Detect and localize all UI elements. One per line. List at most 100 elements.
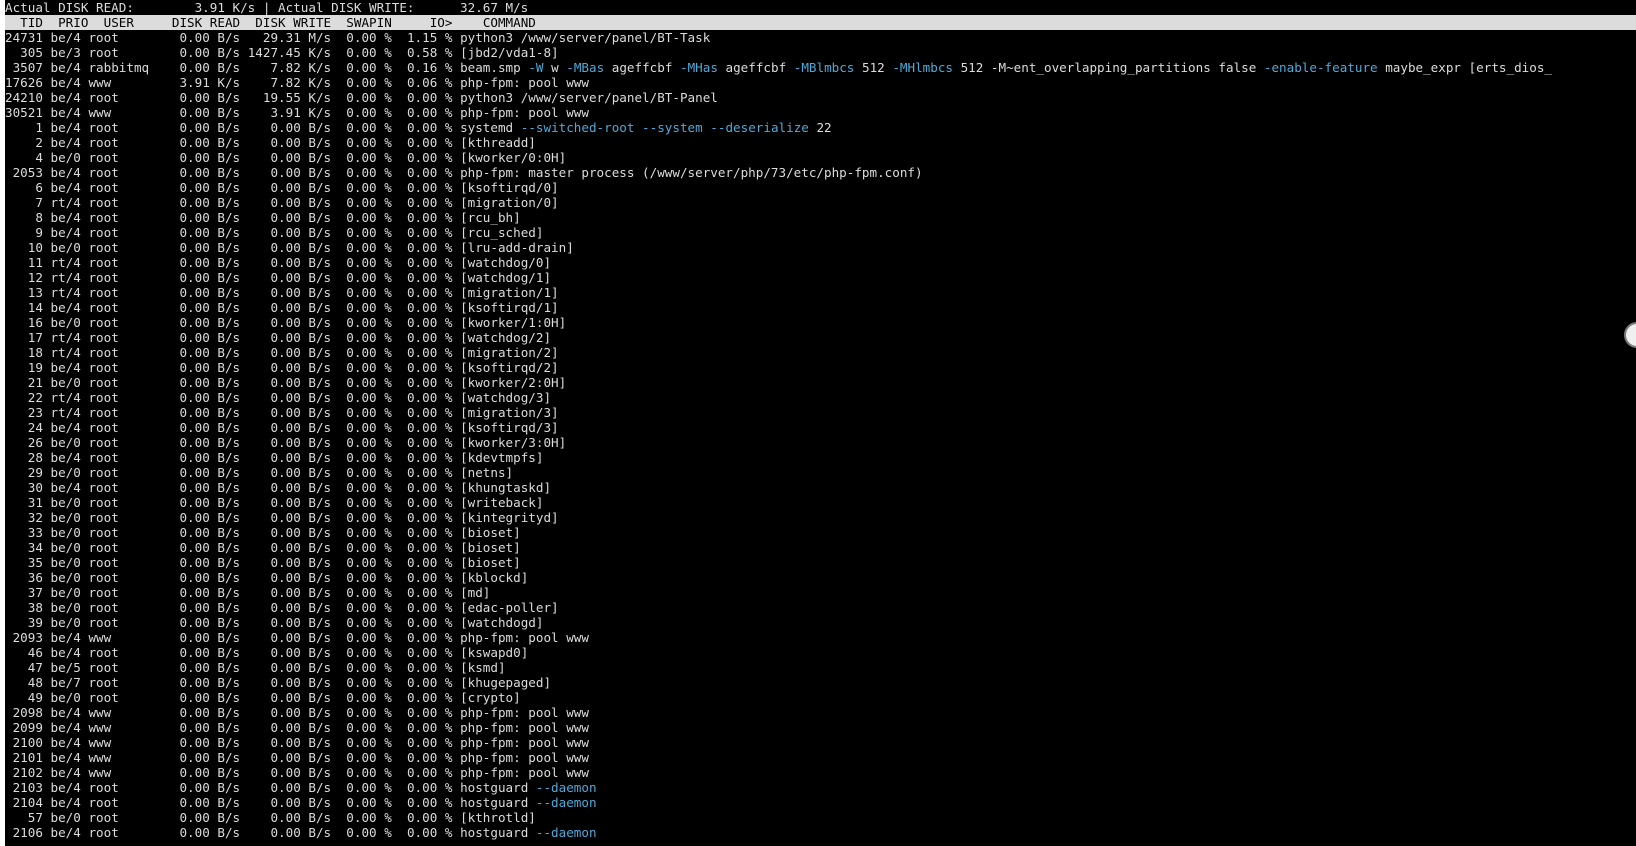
table-row[interactable]: 26 be/0 root 0.00 B/s 0.00 B/s 0.00 % 0.… <box>5 435 1636 450</box>
table-row[interactable]: 13 rt/4 root 0.00 B/s 0.00 B/s 0.00 % 0.… <box>5 285 1636 300</box>
table-row[interactable]: 46 be/4 root 0.00 B/s 0.00 B/s 0.00 % 0.… <box>5 645 1636 660</box>
table-row[interactable]: 19 be/4 root 0.00 B/s 0.00 B/s 0.00 % 0.… <box>5 360 1636 375</box>
table-row[interactable]: 22 rt/4 root 0.00 B/s 0.00 B/s 0.00 % 0.… <box>5 390 1636 405</box>
row-io: 0.00 % <box>399 480 453 495</box>
table-row[interactable]: 2103 be/4 root 0.00 B/s 0.00 B/s 0.00 % … <box>5 780 1636 795</box>
table-row[interactable]: 23 rt/4 root 0.00 B/s 0.00 B/s 0.00 % 0.… <box>5 405 1636 420</box>
table-row[interactable]: 9 be/4 root 0.00 B/s 0.00 B/s 0.00 % 0.0… <box>5 225 1636 240</box>
table-row[interactable]: 24 be/4 root 0.00 B/s 0.00 B/s 0.00 % 0.… <box>5 420 1636 435</box>
row-prio: be/4 <box>50 30 81 45</box>
row-disk-write: 0.00 B/s <box>247 495 332 510</box>
table-row[interactable]: 2 be/4 root 0.00 B/s 0.00 B/s 0.00 % 0.0… <box>5 135 1636 150</box>
row-disk-write: 0.00 B/s <box>247 450 332 465</box>
row-command: [migration/1] <box>460 285 559 300</box>
table-row[interactable]: 6 be/4 root 0.00 B/s 0.00 B/s 0.00 % 0.0… <box>5 180 1636 195</box>
command-text: [watchdog/0] <box>460 255 552 270</box>
row-command: [migration/2] <box>460 345 559 360</box>
row-command: [kswapd0] <box>460 645 528 660</box>
table-row[interactable]: 17626 be/4 www 3.91 K/s 7.82 K/s 0.00 % … <box>5 75 1636 90</box>
table-row[interactable]: 38 be/0 root 0.00 B/s 0.00 B/s 0.00 % 0.… <box>5 600 1636 615</box>
column-header-swapin[interactable]: SWAPIN <box>346 15 392 30</box>
table-row[interactable]: 11 rt/4 root 0.00 B/s 0.00 B/s 0.00 % 0.… <box>5 255 1636 270</box>
row-tid: 30521 <box>5 105 43 120</box>
table-row[interactable]: 29 be/0 root 0.00 B/s 0.00 B/s 0.00 % 0.… <box>5 465 1636 480</box>
table-row[interactable]: 2101 be/4 www 0.00 B/s 0.00 B/s 0.00 % 0… <box>5 750 1636 765</box>
table-row[interactable]: 18 rt/4 root 0.00 B/s 0.00 B/s 0.00 % 0.… <box>5 345 1636 360</box>
table-row[interactable]: 2102 be/4 www 0.00 B/s 0.00 B/s 0.00 % 0… <box>5 765 1636 780</box>
table-row[interactable]: 30521 be/4 www 0.00 B/s 3.91 K/s 0.00 % … <box>5 105 1636 120</box>
table-row[interactable]: 48 be/7 root 0.00 B/s 0.00 B/s 0.00 % 0.… <box>5 675 1636 690</box>
row-user: www <box>88 75 150 90</box>
row-disk-read: 0.00 B/s <box>156 825 241 840</box>
column-header-command[interactable]: COMMAND <box>483 15 536 30</box>
table-row[interactable]: 305 be/3 root 0.00 B/s 1427.45 K/s 0.00 … <box>5 45 1636 60</box>
table-row[interactable]: 4 be/0 root 0.00 B/s 0.00 B/s 0.00 % 0.0… <box>5 150 1636 165</box>
table-row[interactable]: 35 be/0 root 0.00 B/s 0.00 B/s 0.00 % 0.… <box>5 555 1636 570</box>
table-row[interactable]: 2053 be/4 root 0.00 B/s 0.00 B/s 0.00 % … <box>5 165 1636 180</box>
row-io: 0.00 % <box>399 90 453 105</box>
column-header-disk-read[interactable]: DISK READ <box>172 15 240 30</box>
row-disk-read: 0.00 B/s <box>156 810 241 825</box>
table-row[interactable]: 2099 be/4 www 0.00 B/s 0.00 B/s 0.00 % 0… <box>5 720 1636 735</box>
table-row[interactable]: 37 be/0 root 0.00 B/s 0.00 B/s 0.00 % 0.… <box>5 585 1636 600</box>
row-swapin: 0.00 % <box>338 690 392 705</box>
row-tid: 7 <box>5 195 43 210</box>
row-command: [writeback] <box>460 495 543 510</box>
column-header-prio[interactable]: PRIO <box>58 15 88 30</box>
table-row[interactable]: 47 be/5 root 0.00 B/s 0.00 B/s 0.00 % 0.… <box>5 660 1636 675</box>
row-tid: 10 <box>5 240 43 255</box>
table-row[interactable]: 24731 be/4 root 0.00 B/s 29.31 M/s 0.00 … <box>5 30 1636 45</box>
table-row[interactable]: 57 be/0 root 0.00 B/s 0.00 B/s 0.00 % 0.… <box>5 810 1636 825</box>
row-user: root <box>88 360 150 375</box>
column-header-tid[interactable]: TID <box>20 15 43 30</box>
table-row[interactable]: 2093 be/4 www 0.00 B/s 0.00 B/s 0.00 % 0… <box>5 630 1636 645</box>
row-command: beam.smp -W w -MBas ageffcbf -MHas ageff… <box>460 60 1552 75</box>
command-text: php-fpm: pool www <box>460 720 589 735</box>
table-row[interactable]: 49 be/0 root 0.00 B/s 0.00 B/s 0.00 % 0.… <box>5 690 1636 705</box>
table-row[interactable]: 34 be/0 root 0.00 B/s 0.00 B/s 0.00 % 0.… <box>5 540 1636 555</box>
table-row[interactable]: 12 rt/4 root 0.00 B/s 0.00 B/s 0.00 % 0.… <box>5 270 1636 285</box>
table-row[interactable]: 10 be/0 root 0.00 B/s 0.00 B/s 0.00 % 0.… <box>5 240 1636 255</box>
command-text: [ksmd] <box>460 660 506 675</box>
column-header-disk-write[interactable]: DISK WRITE <box>255 15 331 30</box>
table-row[interactable]: 14 be/4 root 0.00 B/s 0.00 B/s 0.00 % 0.… <box>5 300 1636 315</box>
table-row[interactable]: 1 be/4 root 0.00 B/s 0.00 B/s 0.00 % 0.0… <box>5 120 1636 135</box>
table-row[interactable]: 16 be/0 root 0.00 B/s 0.00 B/s 0.00 % 0.… <box>5 315 1636 330</box>
table-row[interactable]: 28 be/4 root 0.00 B/s 0.00 B/s 0.00 % 0.… <box>5 450 1636 465</box>
table-row[interactable]: 24210 be/4 root 0.00 B/s 19.55 K/s 0.00 … <box>5 90 1636 105</box>
row-disk-write: 0.00 B/s <box>247 600 332 615</box>
table-row[interactable]: 32 be/0 root 0.00 B/s 0.00 B/s 0.00 % 0.… <box>5 510 1636 525</box>
row-user: root <box>88 150 150 165</box>
table-row[interactable]: 33 be/0 root 0.00 B/s 0.00 B/s 0.00 % 0.… <box>5 525 1636 540</box>
table-row[interactable]: 2106 be/4 root 0.00 B/s 0.00 B/s 0.00 % … <box>5 825 1636 840</box>
table-row[interactable]: 39 be/0 root 0.00 B/s 0.00 B/s 0.00 % 0.… <box>5 615 1636 630</box>
table-row[interactable]: 2100 be/4 www 0.00 B/s 0.00 B/s 0.00 % 0… <box>5 735 1636 750</box>
table-row[interactable]: 31 be/0 root 0.00 B/s 0.00 B/s 0.00 % 0.… <box>5 495 1636 510</box>
table-row[interactable]: 3507 be/4 rabbitmq 0.00 B/s 7.82 K/s 0.0… <box>5 60 1636 75</box>
row-disk-read: 0.00 B/s <box>156 225 241 240</box>
table-row[interactable]: 30 be/4 root 0.00 B/s 0.00 B/s 0.00 % 0.… <box>5 480 1636 495</box>
command-text: python3 /www/server/panel/BT-Panel <box>460 90 718 105</box>
row-user: root <box>88 495 150 510</box>
terminal-window[interactable]: Actual DISK READ: 3.91 K/s | Actual DISK… <box>5 0 1636 846</box>
table-row[interactable]: 17 rt/4 root 0.00 B/s 0.00 B/s 0.00 % 0.… <box>5 330 1636 345</box>
row-disk-write: 19.55 K/s <box>247 90 332 105</box>
table-row[interactable]: 2104 be/4 root 0.00 B/s 0.00 B/s 0.00 % … <box>5 795 1636 810</box>
table-row[interactable]: 2098 be/4 www 0.00 B/s 0.00 B/s 0.00 % 0… <box>5 705 1636 720</box>
table-row[interactable]: 7 rt/4 root 0.00 B/s 0.00 B/s 0.00 % 0.0… <box>5 195 1636 210</box>
column-header-user[interactable]: USER <box>104 15 134 30</box>
row-command: php-fpm: pool www <box>460 720 589 735</box>
row-swapin: 0.00 % <box>338 450 392 465</box>
column-header-io[interactable]: IO> <box>430 15 453 30</box>
row-io: 0.00 % <box>399 765 453 780</box>
row-io: 0.00 % <box>399 540 453 555</box>
table-row[interactable]: 8 be/4 root 0.00 B/s 0.00 B/s 0.00 % 0.0… <box>5 210 1636 225</box>
row-io: 1.15 % <box>399 30 453 45</box>
table-row[interactable]: 21 be/0 root 0.00 B/s 0.00 B/s 0.00 % 0.… <box>5 375 1636 390</box>
row-prio: be/0 <box>50 240 81 255</box>
command-text: hostguard <box>460 780 536 795</box>
row-command: [kthrotld] <box>460 810 536 825</box>
table-row[interactable]: 36 be/0 root 0.00 B/s 0.00 B/s 0.00 % 0.… <box>5 570 1636 585</box>
command-text: [watchdog/2] <box>460 330 552 345</box>
row-prio: be/4 <box>50 90 81 105</box>
